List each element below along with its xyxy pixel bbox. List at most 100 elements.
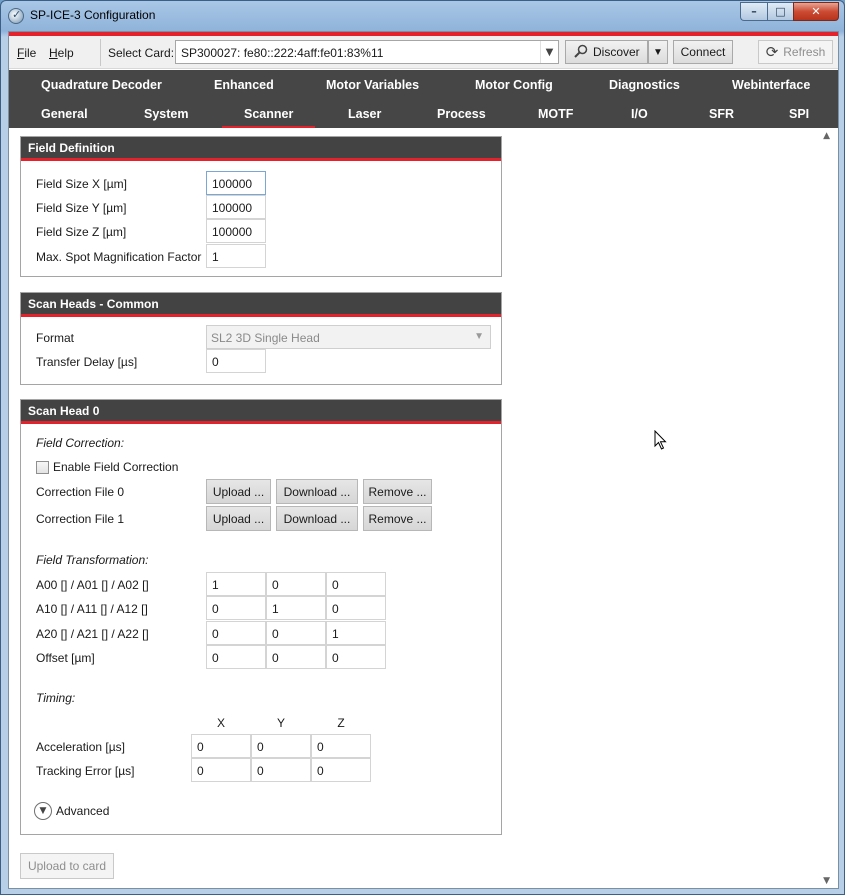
tab-motor-config[interactable]: Motor Config	[475, 78, 553, 92]
transfer-delay-label: Transfer Delay [µs]	[36, 355, 138, 369]
tab-laser[interactable]: Laser	[348, 107, 381, 121]
maximize-button[interactable]: □	[767, 2, 793, 21]
remove-file-1-button[interactable]: Remove ...	[363, 506, 432, 531]
offset-x-input[interactable]: 0	[206, 645, 266, 669]
field-size-z-input[interactable]: 100000	[206, 219, 266, 243]
tab-enhanced[interactable]: Enhanced	[214, 78, 274, 92]
app-icon	[8, 8, 24, 24]
tracking-error-x-input[interactable]: 0	[191, 758, 251, 782]
download-file-1-button[interactable]: Download ...	[276, 506, 358, 531]
scroll-up-icon[interactable]: ▲	[823, 131, 830, 141]
correction-file-1-label: Correction File 1	[36, 512, 125, 526]
format-value: SL2 3D Single Head	[211, 331, 320, 345]
scroll-down-icon[interactable]: ▼	[823, 876, 830, 886]
matrix-cell[interactable]: 0	[266, 621, 326, 645]
refresh-button[interactable]: ⟳ Refresh	[758, 40, 833, 64]
spot-magnification-input[interactable]: 1	[206, 244, 266, 268]
offset-y-input[interactable]: 0	[266, 645, 326, 669]
matrix-row-label: A20 [] / A21 [] / A22 []	[36, 627, 149, 641]
matrix-cell[interactable]: 0	[326, 596, 386, 620]
menu-file-label: ile	[24, 46, 37, 60]
matrix-cell[interactable]: 0	[206, 596, 266, 620]
tab-quadrature-decoder[interactable]: Quadrature Decoder	[41, 78, 162, 92]
chevron-down-icon[interactable]: ▼	[34, 802, 52, 820]
title-bar[interactable]: SP-ICE-3 Configuration – □ ✕	[1, 1, 844, 31]
tab-bar: Quadrature Decoder Enhanced Motor Variab…	[9, 70, 838, 129]
close-button[interactable]: ✕	[793, 2, 839, 21]
minimize-button[interactable]: –	[740, 2, 767, 21]
scan-head-0-group: Scan Head 0 Field Correction: Enable Fie…	[20, 399, 502, 835]
field-size-x-label: Field Size X [µm]	[36, 177, 127, 191]
field-size-y-label: Field Size Y [µm]	[36, 201, 127, 215]
menu-help-label: elp	[57, 46, 74, 60]
matrix-cell[interactable]: 1	[326, 621, 386, 645]
connect-button[interactable]: Connect	[673, 40, 733, 64]
tab-general[interactable]: General	[41, 107, 88, 121]
field-size-y-input[interactable]: 100000	[206, 195, 266, 219]
field-transformation-heading: Field Transformation:	[36, 553, 149, 567]
matrix-cell[interactable]: 0	[266, 572, 326, 596]
tab-motor-variables[interactable]: Motor Variables	[326, 78, 419, 92]
group-title: Field Definition	[21, 137, 501, 161]
enable-field-correction-label: Enable Field Correction	[53, 460, 179, 474]
enable-field-correction-checkbox[interactable]	[36, 461, 49, 474]
tab-spi[interactable]: SPI	[789, 107, 809, 121]
matrix-cell[interactable]: 0	[206, 621, 266, 645]
app-window: SP-ICE-3 Configuration – □ ✕ File Help S…	[0, 0, 845, 895]
menu-help[interactable]: Help	[49, 46, 74, 60]
select-card-label: Select Card:	[108, 46, 175, 60]
format-select: SL2 3D Single Head ▼	[206, 325, 491, 349]
upload-file-0-button[interactable]: Upload ...	[206, 479, 271, 504]
acceleration-z-input[interactable]: 0	[311, 734, 371, 758]
mouse-cursor-icon	[654, 430, 667, 450]
tracking-error-z-input[interactable]: 0	[311, 758, 371, 782]
acceleration-y-input[interactable]: 0	[251, 734, 311, 758]
offset-z-input[interactable]: 0	[326, 645, 386, 669]
tracking-error-label: Tracking Error [µs]	[36, 764, 135, 778]
matrix-cell[interactable]: 0	[326, 572, 386, 596]
offset-label: Offset [µm]	[36, 651, 95, 665]
timing-heading: Timing:	[36, 691, 76, 705]
tab-webinterface[interactable]: Webinterface	[732, 78, 810, 92]
advanced-toggle[interactable]: Advanced	[56, 804, 109, 818]
matrix-row-label: A00 [] / A01 [] / A02 []	[36, 578, 149, 592]
field-definition-group: Field Definition Field Size X [µm] 10000…	[20, 136, 502, 277]
matrix-cell[interactable]: 1	[266, 596, 326, 620]
discover-button[interactable]: Discover	[565, 40, 648, 64]
menu-bar: File Help Select Card: SP300027: fe80::2…	[9, 36, 838, 69]
field-size-z-label: Field Size Z [µm]	[36, 225, 127, 239]
window-title: SP-ICE-3 Configuration	[30, 8, 156, 22]
client-area: File Help Select Card: SP300027: fe80::2…	[8, 31, 839, 889]
download-file-0-button[interactable]: Download ...	[276, 479, 358, 504]
magnifier-icon	[574, 44, 588, 61]
tab-scanner[interactable]: Scanner	[221, 107, 316, 129]
field-size-x-input[interactable]: 100000	[206, 171, 266, 195]
tab-io[interactable]: I/O	[631, 107, 648, 121]
acceleration-label: Acceleration [µs]	[36, 740, 125, 754]
chevron-down-icon: ▼	[653, 46, 663, 58]
window-controls: – □ ✕	[740, 2, 839, 21]
remove-file-0-button[interactable]: Remove ...	[363, 479, 432, 504]
card-select[interactable]: SP300027: fe80::222:4aff:fe01:83%11 ▼	[175, 40, 559, 64]
group-title: Scan Heads - Common	[21, 293, 501, 317]
format-label: Format	[36, 331, 75, 345]
scan-heads-common-group: Scan Heads - Common Format SL2 3D Single…	[20, 292, 502, 385]
transfer-delay-input[interactable]: 0	[206, 349, 266, 373]
discover-dropdown-button[interactable]: ▼	[648, 40, 668, 64]
tab-motf[interactable]: MOTF	[538, 107, 573, 121]
tab-system[interactable]: System	[144, 107, 188, 121]
tab-sfr[interactable]: SFR	[709, 107, 734, 121]
matrix-cell[interactable]: 1	[206, 572, 266, 596]
column-header-x: X	[216, 716, 225, 730]
acceleration-x-input[interactable]: 0	[191, 734, 251, 758]
tab-process[interactable]: Process	[437, 107, 486, 121]
tab-diagnostics[interactable]: Diagnostics	[609, 78, 680, 92]
matrix-row-label: A10 [] / A11 [] / A12 []	[36, 602, 148, 616]
tracking-error-y-input[interactable]: 0	[251, 758, 311, 782]
correction-file-0-label: Correction File 0	[36, 485, 125, 499]
upload-file-1-button[interactable]: Upload ...	[206, 506, 271, 531]
chevron-down-icon[interactable]: ▼	[540, 41, 558, 63]
menu-file[interactable]: File	[17, 46, 36, 60]
upload-to-card-button[interactable]: Upload to card	[20, 853, 114, 879]
refresh-label: Refresh	[783, 45, 826, 59]
